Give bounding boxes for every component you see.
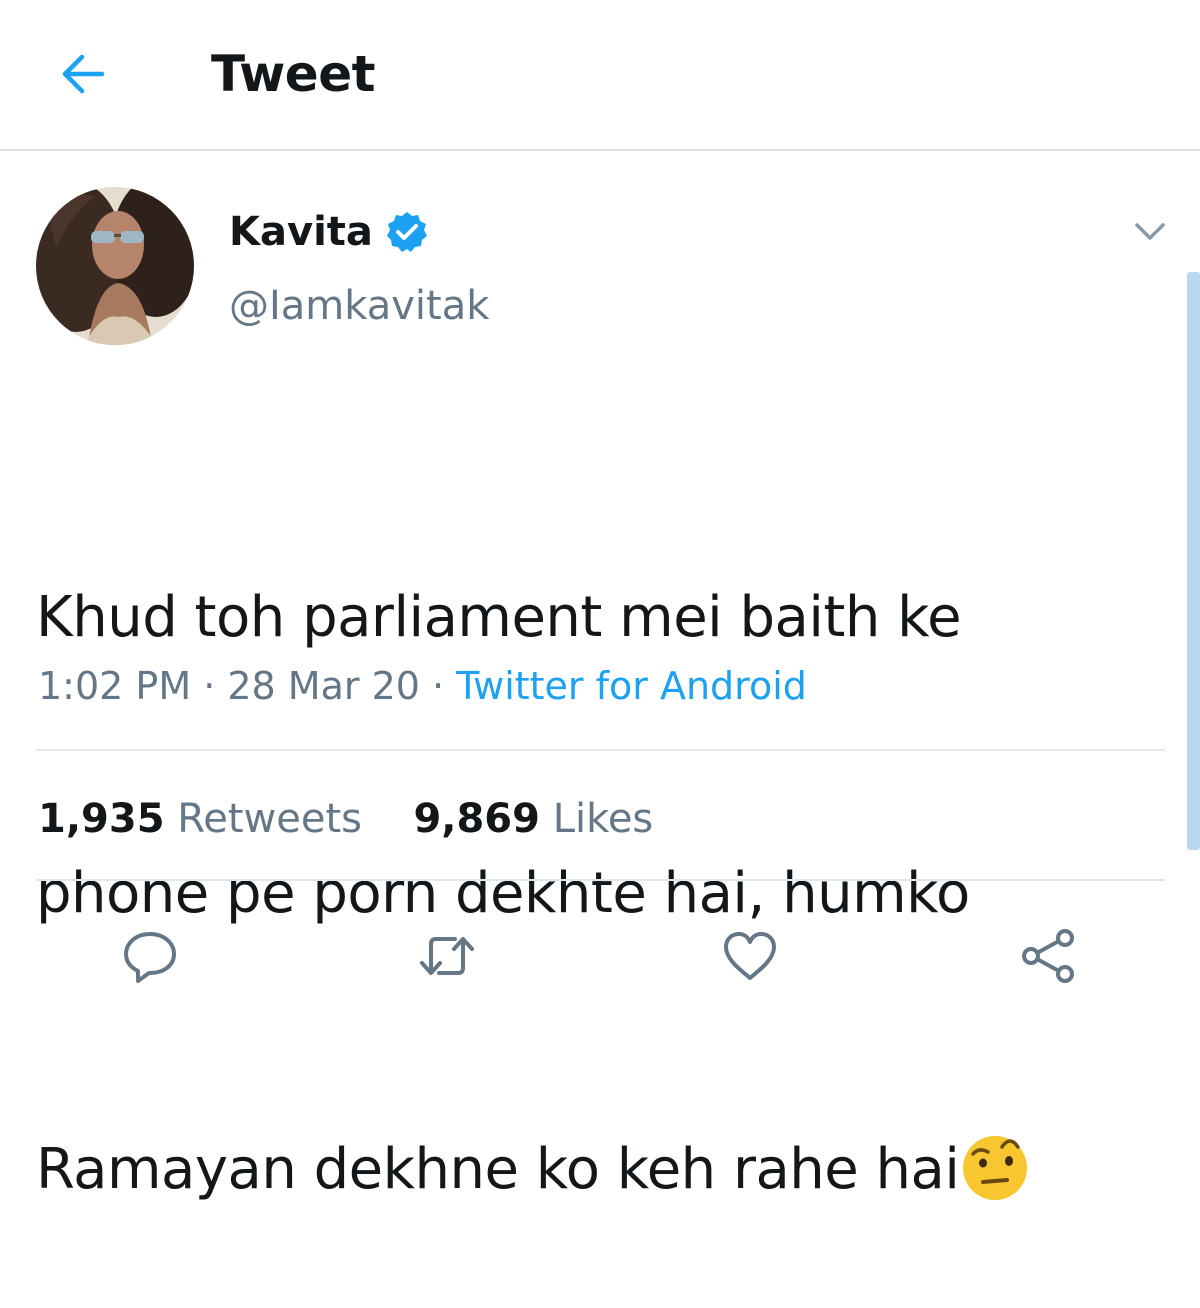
like-button[interactable] [720, 926, 780, 986]
tweet-stats: 1,935 Retweets 9,869 Likes [38, 792, 653, 846]
avatar[interactable] [36, 187, 194, 345]
tweet-text-line-last: Ramayan dekhne ko keh rahe hai [36, 1124, 1156, 1216]
reply-icon [124, 932, 176, 983]
meta-separator: · [191, 664, 228, 708]
author-handle[interactable]: @Iamkavitak [229, 280, 489, 332]
retweets-label: Retweets [177, 796, 362, 842]
chevron-down-icon [1135, 223, 1165, 240]
reply-button[interactable] [120, 926, 180, 986]
likes-count: 9,869 [413, 796, 540, 842]
author-name[interactable]: Kavita [229, 206, 373, 258]
divider [36, 879, 1165, 881]
retweet-icon [420, 937, 474, 975]
meta-separator: · [419, 664, 457, 708]
likes-label: Likes [552, 796, 654, 842]
tweet-text-line: Khud toh parliament mei baith ke [36, 585, 962, 650]
retweet-button[interactable] [417, 926, 477, 986]
more-options-button[interactable] [1130, 216, 1170, 246]
app-header: Tweet [0, 0, 1200, 151]
retweets-count: 1,935 [38, 796, 165, 842]
arrow-left-icon [62, 54, 105, 94]
verified-badge-icon [387, 212, 427, 252]
tweet-date: 28 Mar 20 [227, 664, 420, 708]
tweet-meta: 1:02 PM · 28 Mar 20 · Twitter for Androi… [38, 658, 807, 714]
share-button[interactable] [1018, 926, 1078, 986]
tweet-source-link[interactable]: Twitter for Android [456, 664, 807, 708]
like-icon [724, 932, 776, 980]
tweet-text-line: phone pe porn dekhte hai, humko [36, 861, 970, 926]
tweet-text-line: Ramayan dekhne ko keh rahe hai [36, 1137, 960, 1202]
likes-stat[interactable]: 9,869 Likes [413, 796, 653, 842]
retweets-stat[interactable]: 1,935 Retweets [38, 796, 362, 842]
back-button[interactable] [52, 46, 112, 102]
profile-photo [36, 187, 194, 345]
scrollbar[interactable] [1187, 272, 1200, 850]
tweet-time: 1:02 PM [38, 664, 192, 708]
divider [36, 749, 1165, 751]
face-with-raised-eyebrow-icon [963, 1136, 1028, 1200]
page-title: Tweet [211, 45, 376, 103]
tweet-text: Khud toh parliament mei baith ke phone p… [36, 388, 1156, 1308]
share-icon [1022, 929, 1074, 983]
